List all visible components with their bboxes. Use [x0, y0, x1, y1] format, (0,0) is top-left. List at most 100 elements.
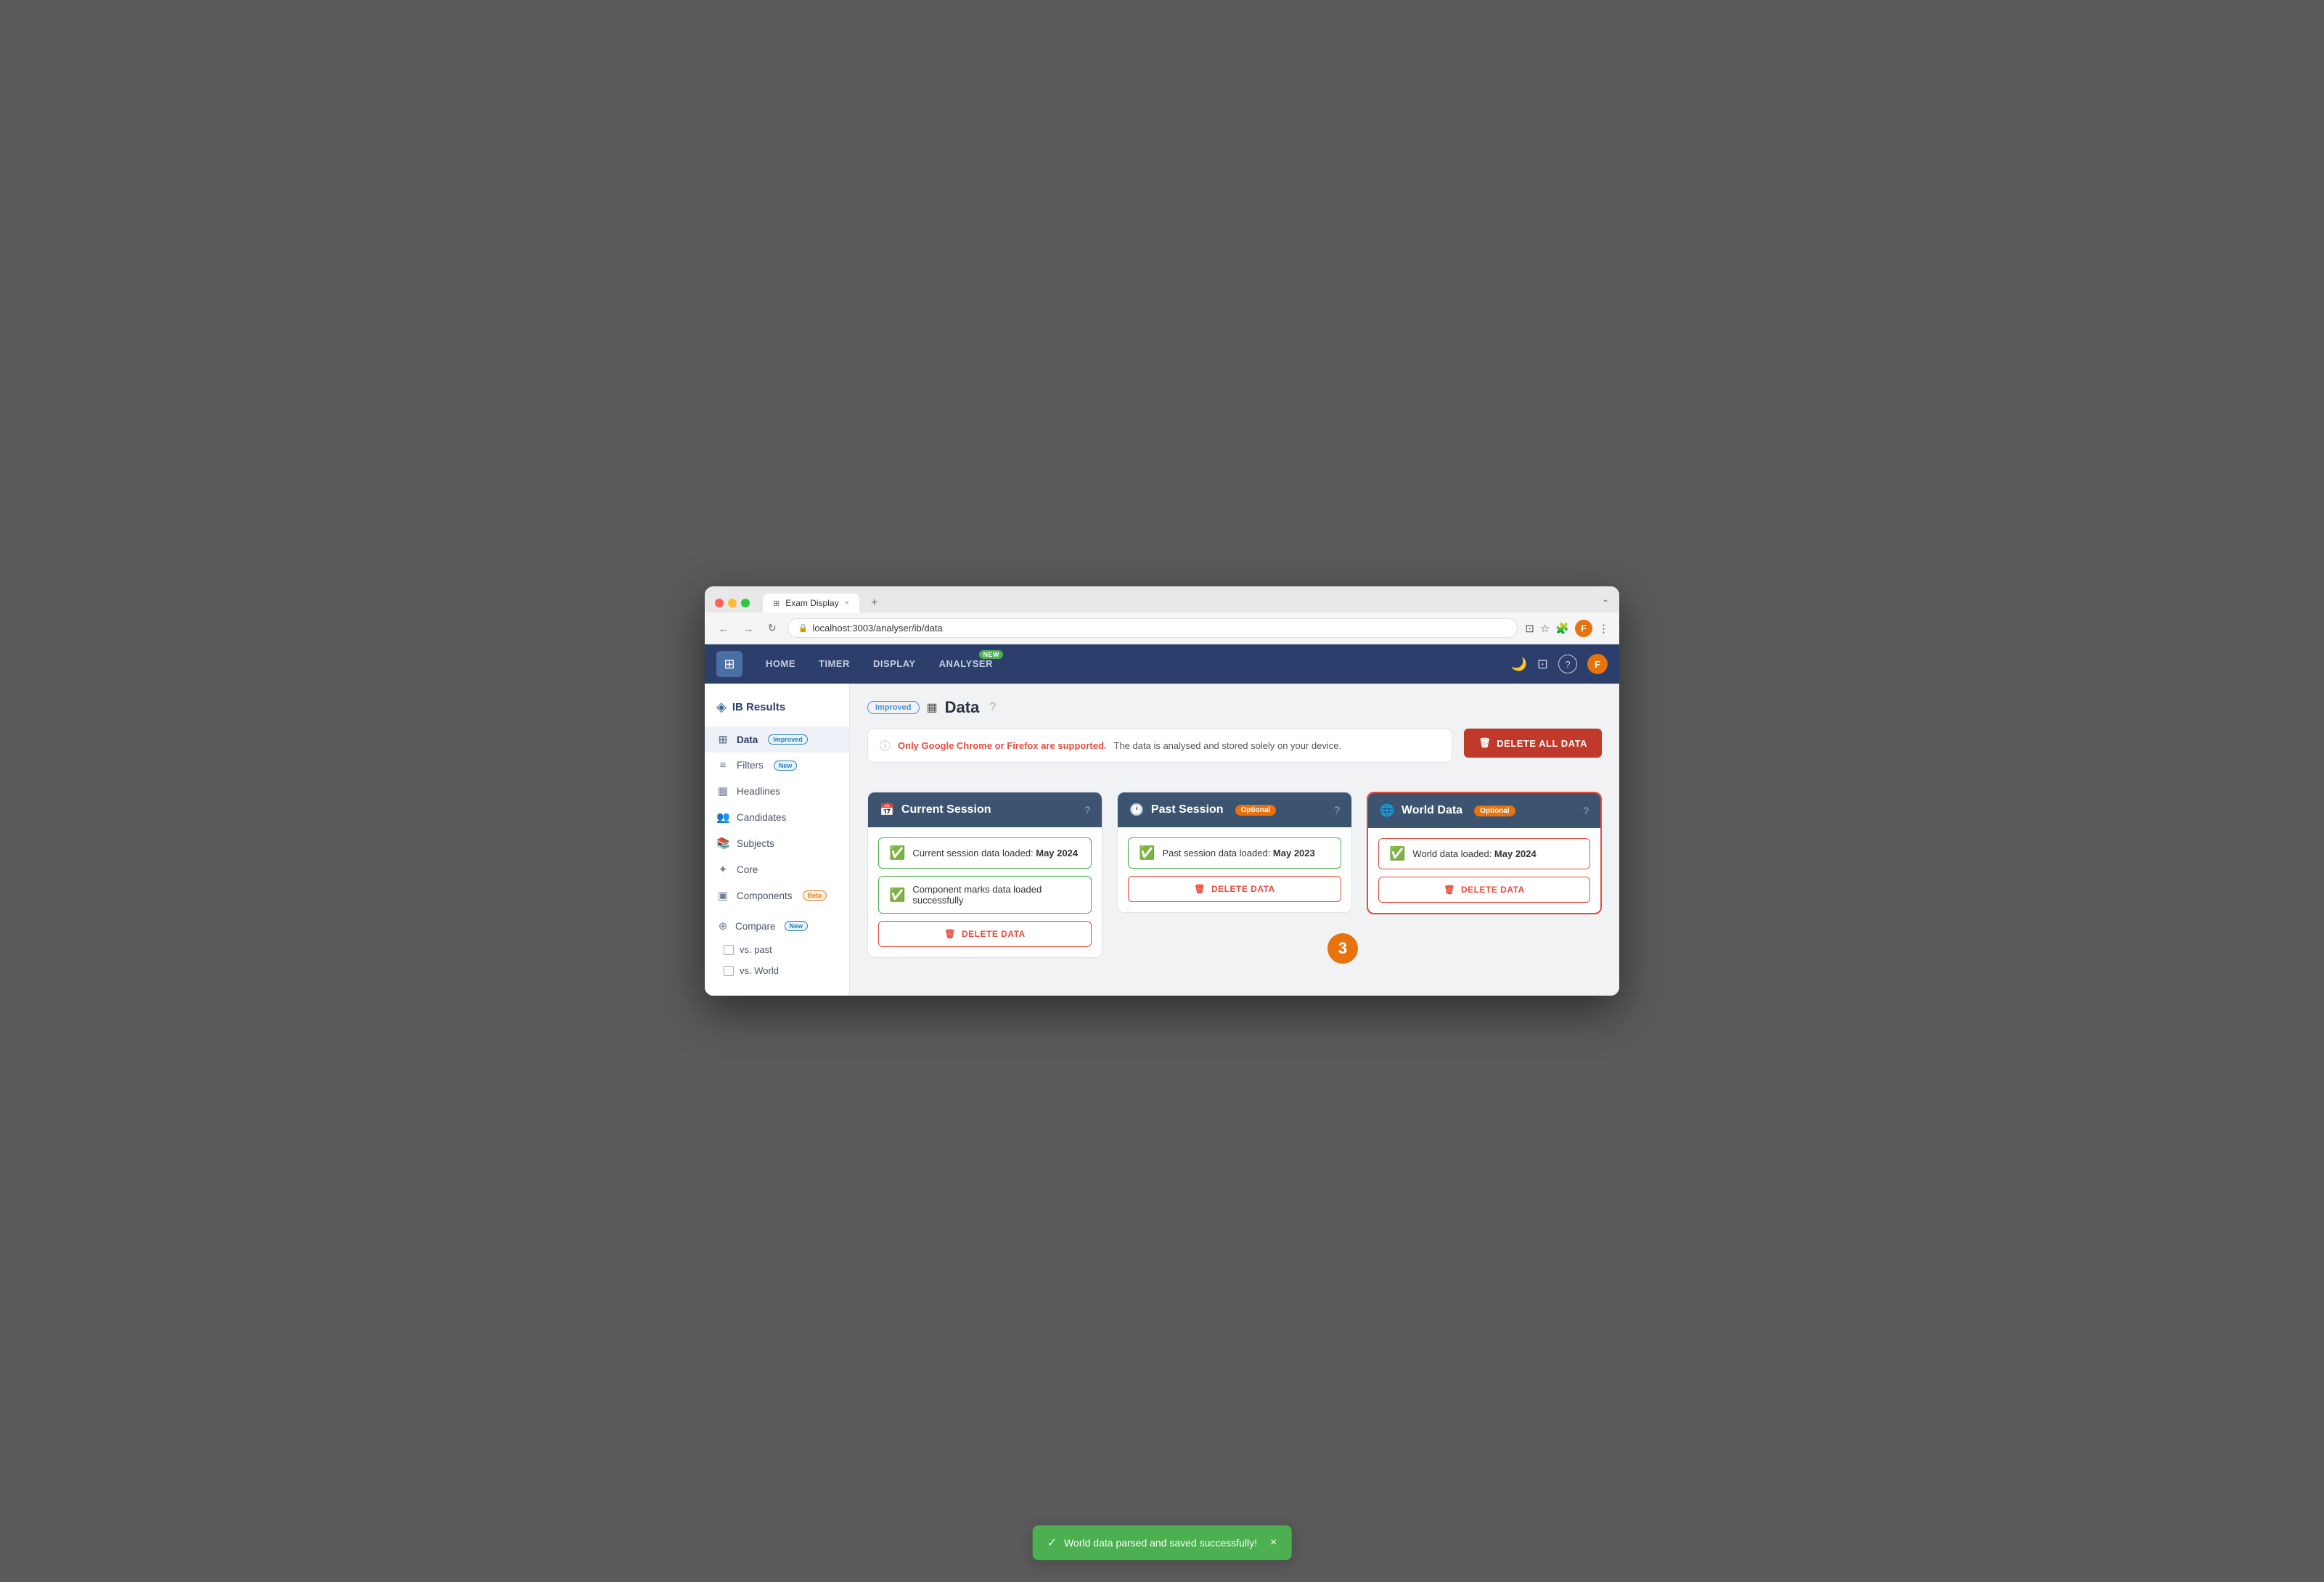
world-data-help[interactable]: ?	[1583, 805, 1589, 816]
subjects-icon: 📚	[716, 837, 729, 850]
filters-badge: New	[774, 761, 798, 771]
monitor-button[interactable]: ⊡	[1537, 657, 1548, 672]
past-session-optional-badge: Optional	[1235, 805, 1277, 816]
data-icon: ⊞	[716, 733, 729, 746]
world-data-delete-button[interactable]: 🗑 DELETE DATA	[1378, 877, 1590, 903]
world-data-icon: 🌐	[1380, 803, 1394, 818]
browser-user-avatar[interactable]: F	[1575, 620, 1592, 637]
sidebar-item-candidates[interactable]: 👥 Candidates	[705, 804, 849, 830]
current-session-header: 📅 Current Session ?	[868, 792, 1102, 827]
minimize-dot[interactable]	[728, 599, 737, 607]
tab-title: Exam Display	[785, 598, 838, 608]
page-title-area: Improved ▦ Data ?	[867, 698, 996, 717]
compare-world-item[interactable]: vs. World	[716, 960, 838, 981]
forward-button[interactable]: →	[740, 621, 757, 636]
status-check-icon-2: ✅	[889, 888, 905, 903]
sidebar: ◈ IB Results ⊞ Data Improved ≡ Filters N…	[705, 684, 850, 996]
browser-tab[interactable]: ⊞ Exam Display ×	[763, 594, 859, 612]
sidebar-item-data[interactable]: ⊞ Data Improved	[705, 726, 849, 753]
page-data-icon: ▦	[927, 700, 938, 715]
nav-right-area: 🌙 ⊡ ? F	[1510, 654, 1608, 674]
current-session-delete-button[interactable]: 🗑 DELETE DATA	[878, 921, 1092, 947]
tab-close-button[interactable]: ×	[845, 599, 849, 607]
sidebar-item-components[interactable]: ▣ Components Beta	[705, 882, 849, 909]
app-body: ◈ IB Results ⊞ Data Improved ≡ Filters N…	[705, 684, 1619, 996]
compare-world-checkbox[interactable]	[724, 966, 734, 976]
data-badge: Improved	[768, 734, 808, 745]
current-session-body: ✅ Current session data loaded: May 2024 …	[868, 827, 1102, 957]
url-input[interactable]: 🔒 localhost:3003/analyser/ib/data	[787, 618, 1518, 638]
refresh-button[interactable]: ↻	[764, 620, 780, 636]
delete-all-button[interactable]: 🗑 DELETE ALL DATA	[1464, 729, 1602, 758]
sidebar-item-subjects[interactable]: 📚 Subjects	[705, 830, 849, 856]
candidates-icon: 👥	[716, 811, 729, 824]
info-banner: ⓘ Only Google Chrome or Firefox are supp…	[867, 729, 1452, 777]
close-dot[interactable]	[715, 599, 724, 607]
toast-notification: ✓ World data parsed and saved successful…	[1033, 1525, 1292, 1560]
toast-message: World data parsed and saved successfully…	[1064, 1537, 1257, 1549]
nav-timer[interactable]: TIMER	[807, 644, 862, 684]
compare-past-item[interactable]: vs. past	[716, 939, 838, 960]
sidebar-item-core[interactable]: ✦ Core	[705, 856, 849, 882]
toast-check-icon: ✓	[1047, 1536, 1057, 1550]
world-data-delete-icon: 🗑	[1444, 885, 1455, 895]
current-session-header-left: 📅 Current Session	[880, 803, 991, 817]
info-red-text: Only Google Chrome or Firefox are suppor…	[898, 740, 1107, 751]
world-data-title: World Data	[1402, 804, 1462, 817]
dark-mode-button[interactable]: 🌙	[1510, 657, 1526, 672]
past-session-wrapper: 🕐 Past Session Optional ? ✅ Past session…	[1117, 792, 1352, 958]
nav-home[interactable]: HOME	[754, 644, 807, 684]
sidebar-header: ◈ IB Results	[705, 695, 849, 725]
url-text: localhost:3003/analyser/ib/data	[812, 623, 942, 634]
current-session-card: 📅 Current Session ? ✅ Current session da…	[867, 792, 1102, 958]
analyser-badge: New	[979, 650, 1003, 659]
browser-window: ⊞ Exam Display × + ⌃ ← → ↻ 🔒 localhost:3…	[705, 586, 1619, 996]
core-icon: ✦	[716, 863, 729, 876]
past-session-title: Past Session	[1151, 803, 1224, 816]
extension-icon[interactable]: 🧩	[1555, 622, 1569, 635]
user-avatar[interactable]: F	[1587, 654, 1608, 674]
past-session-help[interactable]: ?	[1334, 804, 1340, 816]
app-logo: ⊞	[716, 651, 742, 677]
headlines-icon: ▦	[716, 784, 729, 798]
menu-icon[interactable]: ⋮	[1598, 622, 1609, 635]
compare-past-checkbox[interactable]	[724, 945, 734, 955]
maximize-dot[interactable]	[741, 599, 750, 607]
sidebar-logo-icon: ◈	[716, 700, 727, 715]
compare-header[interactable]: ⊕ Compare New	[716, 913, 838, 939]
lock-icon: 🔒	[798, 623, 809, 633]
sidebar-nav: ⊞ Data Improved ≡ Filters New ▦ Headline…	[705, 725, 849, 910]
toast-close-button[interactable]: ×	[1270, 1536, 1277, 1549]
page-title: Data	[945, 698, 980, 717]
world-data-card: 🌐 World Data Optional ? ✅ World data loa…	[1367, 792, 1602, 914]
sidebar-item-filters[interactable]: ≡ Filters New	[705, 753, 849, 778]
nav-display[interactable]: DISPLAY	[862, 644, 928, 684]
bookmark-icon[interactable]: ☆	[1540, 622, 1550, 635]
window-expand[interactable]: ⌃	[1602, 598, 1609, 608]
world-data-body: ✅ World data loaded: May 2024 🗑 DELETE D…	[1368, 828, 1600, 913]
past-session-card: 🕐 Past Session Optional ? ✅ Past session…	[1117, 792, 1352, 913]
past-session-status-1: ✅ Past session data loaded: May 2023	[1128, 837, 1341, 869]
current-session-help[interactable]: ?	[1084, 804, 1090, 816]
logo-icon: ⊞	[724, 657, 735, 672]
past-session-delete-button[interactable]: 🗑 DELETE DATA	[1128, 876, 1341, 902]
past-session-header: 🕐 Past Session Optional ?	[1118, 792, 1351, 827]
tab-add-button[interactable]: +	[871, 597, 877, 610]
nav-analyser[interactable]: ANALYSER New	[928, 644, 1005, 684]
page-improved-badge: Improved	[867, 701, 920, 714]
back-button[interactable]: ←	[715, 621, 732, 636]
page-help-icon[interactable]: ?	[989, 701, 996, 714]
current-session-wrapper: 📅 Current Session ? ✅ Current session da…	[867, 792, 1102, 958]
step-badge-3: 3	[1327, 933, 1358, 964]
components-badge: Beta	[803, 890, 827, 901]
world-data-optional-badge: Optional	[1474, 806, 1515, 816]
page-header: Improved ▦ Data ?	[867, 698, 1602, 717]
help-button[interactable]: ?	[1558, 655, 1577, 673]
sidebar-compare-section: ⊕ Compare New vs. past vs. World	[705, 910, 849, 984]
browser-titlebar: ⊞ Exam Display × + ⌃	[705, 586, 1619, 612]
main-content: Improved ▦ Data ? ⓘ Only Google Chrome o…	[850, 684, 1619, 996]
data-cards-grid: 📅 Current Session ? ✅ Current session da…	[867, 792, 1602, 958]
sidebar-item-headlines[interactable]: ▦ Headlines	[705, 778, 849, 804]
delete-all-icon: 🗑	[1478, 737, 1491, 749]
cast-icon[interactable]: ⊡	[1525, 622, 1534, 635]
